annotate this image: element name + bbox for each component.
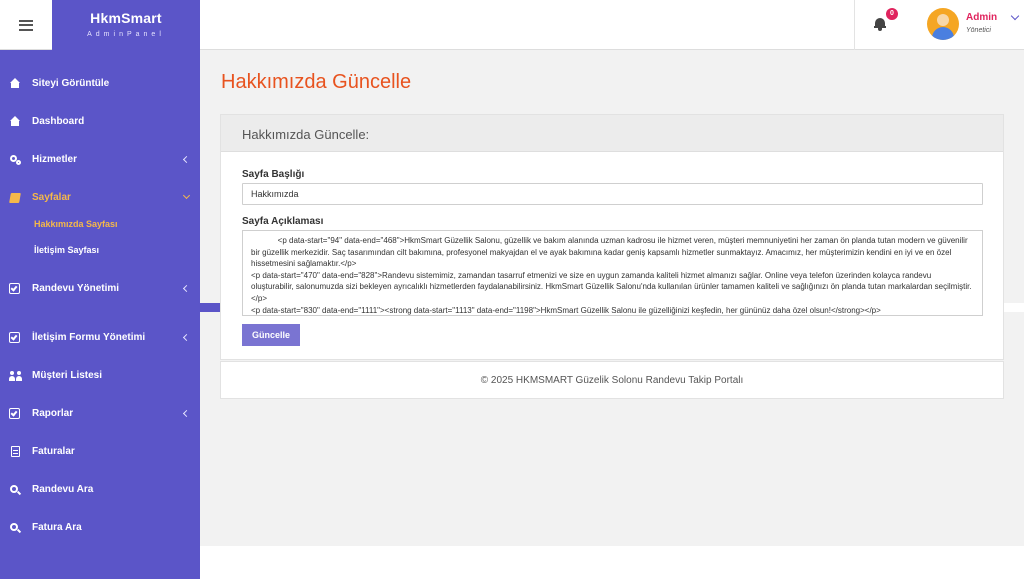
brand-logo[interactable]: HkmSmart AdminPanel: [52, 0, 200, 50]
sidebar-item-contact-forms[interactable]: İletişim Formu Yönetimi: [0, 328, 200, 348]
search-icon: [9, 522, 22, 534]
sidebar-item-site[interactable]: Siteyi Görüntüle: [0, 74, 200, 94]
sidebar-item-label: Randevu Yönetimi: [32, 283, 120, 294]
sidebar-item-pages[interactable]: Sayfalar: [0, 188, 200, 208]
check-square-icon: [9, 408, 21, 420]
book-icon: [9, 192, 21, 204]
user-role: Yönetici: [966, 27, 991, 34]
sidebar-item-label: Fatura Ara: [32, 522, 82, 533]
sidebar-item-reports[interactable]: Raporlar: [0, 404, 200, 424]
top-bar: HkmSmart AdminPanel 0 Admin Yönetici: [0, 0, 1024, 50]
brand-title: HkmSmart: [90, 10, 162, 26]
chevron-down-icon: [182, 191, 191, 200]
sidebar-item-label: Sayfalar: [32, 192, 71, 203]
sidebar-item-search-invoice[interactable]: Fatura Ara: [0, 518, 200, 538]
notification-badge: 0: [886, 8, 898, 20]
card-title: Hakkımızda Güncelle:: [242, 127, 370, 142]
sidebar-item-label: Siteyi Görüntüle: [32, 78, 110, 89]
sidebar-item-label: Hizmetler: [32, 154, 78, 165]
sidebar-item-customers[interactable]: Müşteri Listesi: [0, 366, 200, 386]
sidebar-item-invoices[interactable]: Faturalar: [0, 442, 200, 462]
sidebar-item-search-appointment[interactable]: Randevu Ara: [0, 480, 200, 500]
chevron-left-icon: [182, 409, 191, 418]
sidebar-item-label: Faturalar: [32, 446, 75, 457]
menu-toggle-button[interactable]: [0, 0, 52, 50]
sidebar-subitem-contact[interactable]: İletişim Sayfası: [34, 245, 99, 255]
sidebar-item-services[interactable]: Hizmetler: [0, 150, 200, 170]
sidebar-item-label: İletişim Formu Yönetimi: [32, 332, 146, 343]
user-name[interactable]: Admin: [966, 12, 997, 23]
footer: © 2025 HKMSMART Güzelik Solonu Randevu T…: [220, 361, 1004, 399]
sidebar-item-dashboard[interactable]: Dashboard: [0, 112, 200, 132]
file-icon: [9, 446, 21, 458]
home-icon: [9, 116, 21, 128]
edit-form-card: Hakkımızda Güncelle: Sayfa Başlığı Sayfa…: [220, 114, 1004, 360]
gears-icon: [9, 154, 21, 166]
home-icon: [9, 78, 21, 90]
card-header: Hakkımızda Güncelle:: [221, 115, 1003, 152]
chevron-left-icon: [182, 333, 191, 342]
sidebar-subitem-about[interactable]: Hakkımızda Sayfası: [34, 219, 118, 229]
chevron-left-icon: [182, 284, 191, 293]
hamburger-icon: [19, 19, 33, 31]
footer-text: © 2025 HKMSMART Güzelik Solonu Randevu T…: [480, 375, 744, 386]
sidebar-item-label: Dashboard: [32, 116, 85, 127]
update-button[interactable]: Güncelle: [242, 324, 300, 346]
sidebar-item-label: Müşteri Listesi: [32, 370, 103, 381]
divider: [854, 0, 855, 50]
sidebar-item-label: Raporlar: [32, 408, 74, 419]
description-field-label: Sayfa Açıklaması: [242, 216, 324, 227]
chevron-left-icon: [182, 155, 191, 164]
search-icon: [9, 484, 22, 496]
page-description-textarea[interactable]: <p data-start="94" data-end="468">HkmSma…: [242, 230, 983, 316]
sidebar: Siteyi Görüntüle Dashboard Hizmetler Say…: [0, 50, 200, 579]
sidebar-item-label: Randevu Ara: [32, 484, 94, 495]
check-square-icon: [9, 332, 21, 344]
title-field-label: Sayfa Başlığı: [242, 169, 305, 180]
sidebar-item-appointments[interactable]: Randevu Yönetimi: [0, 279, 200, 299]
page-title-input[interactable]: [242, 183, 983, 205]
brand-subtitle: AdminPanel: [87, 31, 165, 38]
bell-icon[interactable]: [874, 17, 886, 31]
avatar[interactable]: [927, 8, 959, 40]
bottom-band: [200, 546, 1024, 579]
check-square-icon: [9, 283, 21, 295]
page-title: Hakkımızda Güncelle: [221, 71, 412, 93]
chevron-down-icon[interactable]: [1010, 11, 1020, 21]
users-icon: [9, 370, 22, 382]
